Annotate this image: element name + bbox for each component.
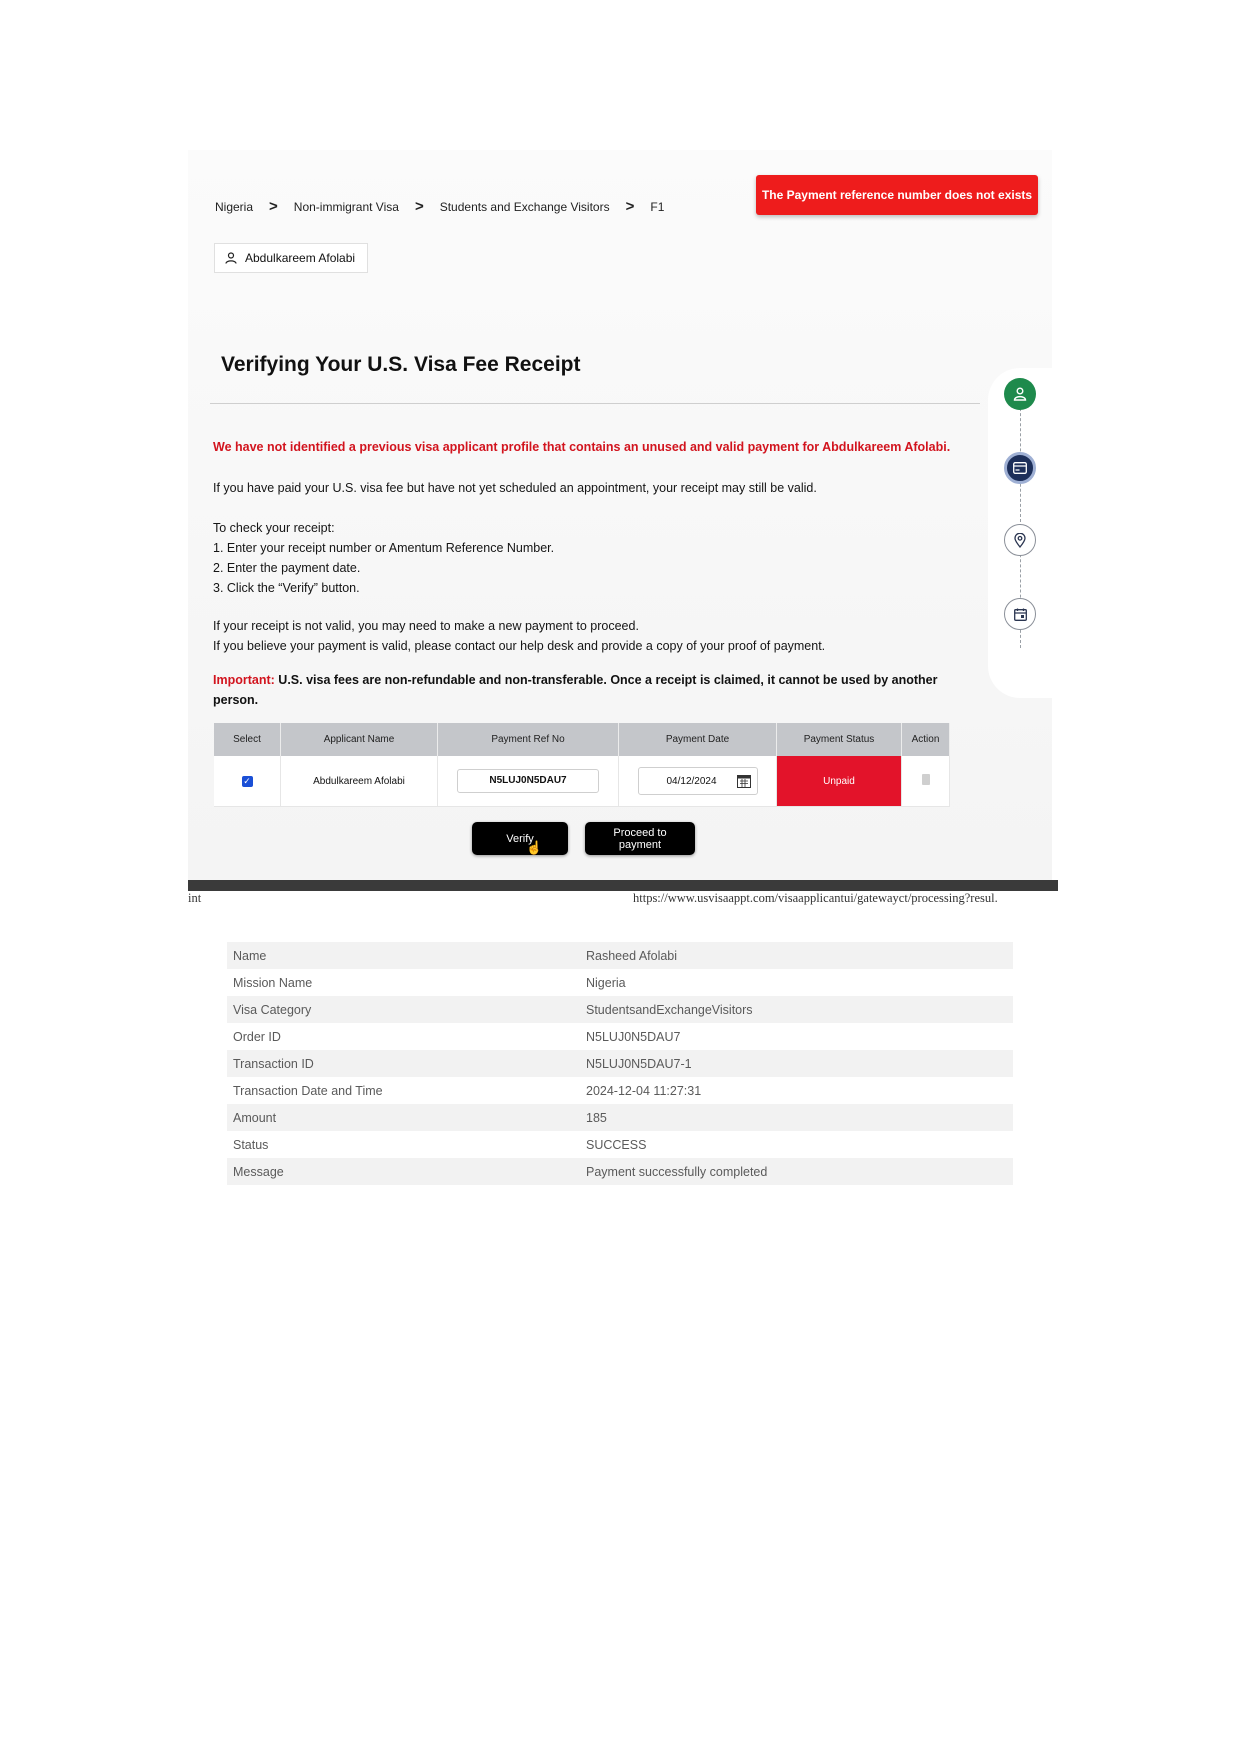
breadcrumb-item-visa-category[interactable]: Students and Exchange Visitors [440,200,610,214]
field-label: Visa Category [227,996,580,1023]
footer-left-fragment: int [188,891,202,905]
validity-notes: If your receipt is not valid, you may ne… [213,616,825,656]
title-divider [210,403,980,404]
applicant-name: Abdulkareem Afolabi [245,251,356,265]
payment-ref-cell: N5LUJ0N5DAU7 [437,756,619,807]
screenshot-bottom-edge [188,880,1058,891]
check-instructions: To check your receipt: 1. Enter your rec… [213,518,554,598]
field-label: Message [227,1158,580,1185]
payment-date-cell: 04/12/2024 [618,756,777,807]
proceed-to-payment-button[interactable]: Proceed to payment [585,822,695,855]
table-row: Transaction Date and Time 2024-12-04 11:2… [227,1077,1013,1104]
field-value: Rasheed Afolabi [580,942,1013,969]
payment-date-value: 04/12/2024 [666,775,717,787]
field-label: Amount [227,1104,580,1131]
hand-cursor-icon: ☝ [526,840,543,855]
error-toast: The Payment reference number does not ex… [756,175,1038,215]
field-value: StudentsandExchangeVisitors [580,996,1013,1023]
breadcrumb-item-visa-type[interactable]: Non-immigrant Visa [294,200,399,214]
breadcrumb-separator: > [269,198,278,215]
important-label: Important: [213,673,275,687]
error-toast-text: The Payment reference number does not ex… [761,188,1033,202]
user-icon [225,252,237,264]
invalid-receipt-text: If your receipt is not valid, you may ne… [213,619,639,633]
breadcrumb: Nigeria > Non-immigrant Visa > Students … [215,198,664,215]
payment-table: Select Applicant Name Payment Ref No Pay… [214,723,950,807]
table-row: ✓ Abdulkareem Afolabi N5LUJ0N5DAU7 04/12… [214,756,950,807]
calendar-icon[interactable] [736,774,751,788]
field-value: Nigeria [586,975,626,990]
important-text: U.S. visa fees are non-refundable and no… [213,673,938,707]
table-row: Message Payment successfully completed [227,1158,1013,1185]
column-header-select: Select [214,723,281,756]
table-row: Name Rasheed Afolabi [227,942,1013,969]
field-value: 185 [580,1104,1013,1131]
step-appointment[interactable] [1004,598,1036,630]
select-checkbox[interactable]: ✓ [241,775,253,787]
table-row: Mission Name Nigeria [227,969,1013,996]
progress-steps [988,368,1052,698]
table-row: Order ID N5LUJ0N5DAU7 [227,1023,1013,1050]
check-step: 3. Click the “Verify” button. [213,581,360,595]
step-location[interactable] [1004,524,1036,556]
field-value: 2024-12-04 11:27:31 [586,1083,702,1098]
payment-date-input[interactable]: 04/12/2024 [637,767,758,795]
table-row: Amount 185 [227,1104,1013,1131]
table-row: Transaction ID N5LUJ0N5DAU7-1 [227,1050,1013,1077]
column-header-payment-date: Payment Date [618,723,777,756]
select-cell: ✓ [214,756,281,807]
delete-icon[interactable] [921,774,930,785]
page-title: Verifying Your U.S. Visa Fee Receipt [221,353,581,376]
check-heading: To check your receipt: [213,521,335,535]
step-payment[interactable] [1004,452,1036,484]
table-row: Status SUCCESS [227,1131,1013,1158]
column-header-applicant-name: Applicant Name [280,723,438,756]
important-notice: Important: U.S. visa fees are non-refund… [213,670,953,710]
check-step: 1. Enter your receipt number or Amentum … [213,541,555,555]
breadcrumb-separator: > [625,198,635,215]
field-label: Transaction Date and Time [233,1083,383,1098]
breadcrumb-item-visa-class[interactable]: F1 [650,200,664,214]
user-icon [1013,387,1027,401]
field-value: N5LUJ0N5DAU7 [586,1029,681,1044]
field-label: Name [227,942,580,969]
warning-message: We have not identified a previous visa a… [213,440,951,454]
card-icon [1013,462,1027,474]
field-label: Transaction ID [227,1050,580,1077]
verify-button[interactable]: Verify [472,822,568,855]
step-profile[interactable] [1004,378,1036,410]
helpdesk-text: If you believe your payment is valid, pl… [213,639,826,653]
page-url: https://www.usvisaappt.com/visaapplicant… [633,891,998,905]
breadcrumb-separator: > [414,198,424,215]
field-label: Mission Name [233,975,313,990]
action-cell [901,756,950,807]
screenshot-panel: Nigeria > Non-immigrant Visa > Students … [188,150,1052,880]
column-header-payment-ref: Payment Ref No [437,723,619,756]
field-value: N5LUJ0N5DAU7-1 [580,1050,1013,1077]
table-header-row: Select Applicant Name Payment Ref No Pay… [214,723,950,756]
transaction-details-table: Name Rasheed Afolabi Mission Name Nigeria … [227,942,1013,1185]
paid-info-text: If you have paid your U.S. visa fee but … [213,481,817,495]
calendar-icon [1013,608,1027,621]
payment-status-cell: Unpaid [776,756,902,807]
applicant-name-cell: Abdulkareem Afolabi [280,756,438,807]
table-row: Visa Category StudentsandExchangeVisitors [227,996,1013,1023]
column-header-payment-status: Payment Status [776,723,902,756]
check-step: 2. Enter the payment date. [213,561,361,575]
field-value: SUCCESS [586,1137,647,1152]
location-pin-icon [1014,532,1026,548]
field-label: Order ID [233,1029,281,1044]
field-value: Payment successfully completed [580,1158,1013,1185]
breadcrumb-item-nigeria[interactable]: Nigeria [215,200,253,214]
field-label: Status [233,1137,269,1152]
column-header-action: Action [901,723,950,756]
payment-ref-input[interactable]: N5LUJ0N5DAU7 [457,769,599,793]
applicant-chip[interactable]: Abdulkareem Afolabi [214,243,369,273]
